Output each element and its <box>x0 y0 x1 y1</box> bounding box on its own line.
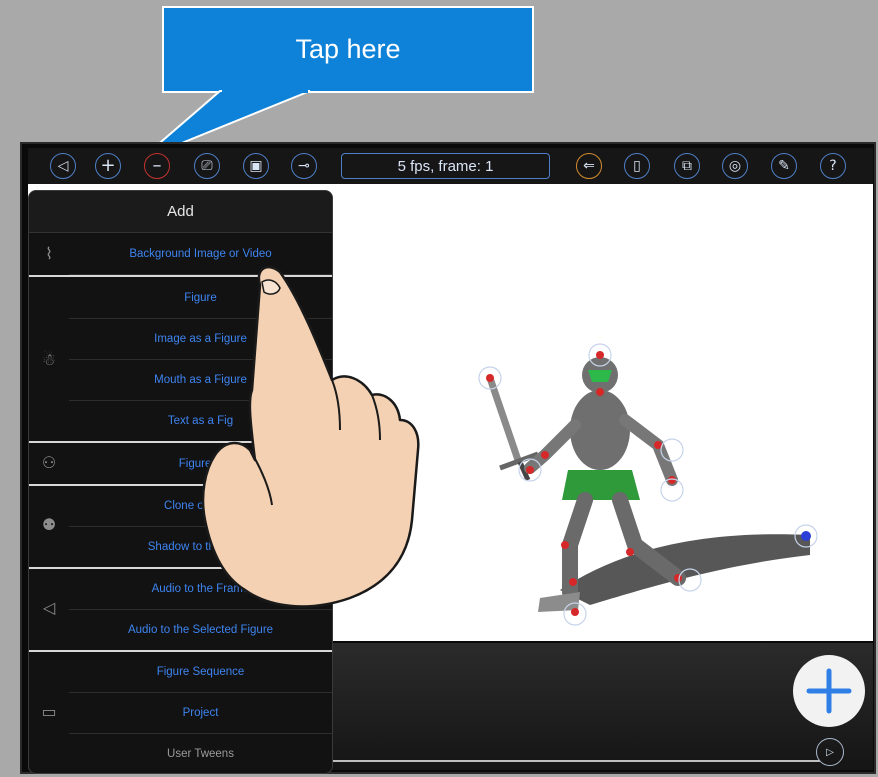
menu-item-shadow[interactable]: Shadow to the Selec <box>69 526 332 568</box>
help-icon[interactable]: ? <box>820 153 846 179</box>
tools-icon[interactable]: ✎ <box>771 153 797 179</box>
menu-item-image-figure[interactable]: Image as a Figure <box>69 318 332 360</box>
menu-item-audio-frame[interactable]: Audio to the Frame <box>69 568 332 610</box>
project-icon: ▭ <box>41 701 57 721</box>
photo-icon[interactable]: ▣ <box>243 153 269 179</box>
callout-text: Tap here <box>295 34 401 64</box>
back-icon[interactable]: ◁ <box>50 153 76 179</box>
menu-item-text-figure[interactable]: Text as a Fig <box>69 400 332 442</box>
add-icon[interactable]: + <box>95 153 121 179</box>
menu-item-clone[interactable]: Clone of the S <box>69 485 332 527</box>
menu-item-figure-sequence[interactable]: Figure S <box>69 443 332 485</box>
add-frame-button[interactable] <box>793 655 865 727</box>
menu-item-audio-figure[interactable]: Audio to the Selected Figure <box>69 609 332 651</box>
plus-icon <box>806 668 852 714</box>
timeline-scrubber[interactable] <box>330 760 820 762</box>
add-menu: Add ⌇ ☃ ⚇ ⚉ ◁ ▭ Background Image or Vide… <box>28 190 333 774</box>
menu-item-figure-sequence-2[interactable]: Figure Sequence <box>69 651 332 693</box>
figure-icon: ☃ <box>41 349 57 369</box>
speaker-icon: ◁ <box>42 598 56 617</box>
play-icon[interactable]: ▷ <box>816 738 844 766</box>
clone-figure-icon: ⚉ <box>41 515 57 534</box>
menu-item-figure[interactable]: Figure <box>69 277 332 319</box>
settings-icon[interactable]: ◎ <box>722 153 748 179</box>
export-icon[interactable]: ⧉ <box>674 153 700 179</box>
remove-icon[interactable]: – <box>144 153 170 179</box>
menu-item-mouth-figure[interactable]: Mouth as a Figure <box>69 359 332 401</box>
add-menu-title: Add <box>29 191 332 233</box>
menu-item-background[interactable]: Background Image or Video <box>69 233 332 275</box>
clipboard-icon[interactable]: ▯ <box>624 153 650 179</box>
key-icon[interactable]: ⊸ <box>291 153 317 179</box>
landscape-icon: ⌇ <box>45 244 53 263</box>
figure-sequence-icon: ⚇ <box>41 453 57 472</box>
frame-status[interactable]: 5 fps, frame: 1 <box>341 153 550 179</box>
onion-skin-icon[interactable]: ⇐ <box>576 153 602 179</box>
frame-status-text: 5 fps, frame: 1 <box>397 157 494 175</box>
menu-item-user-tweens[interactable]: User Tweens <box>69 733 332 773</box>
camera-icon[interactable]: ⎚ <box>194 153 220 179</box>
knight-figure[interactable] <box>440 330 830 630</box>
tap-here-callout: Tap here <box>162 6 534 93</box>
menu-item-project[interactable]: Project <box>69 692 332 734</box>
